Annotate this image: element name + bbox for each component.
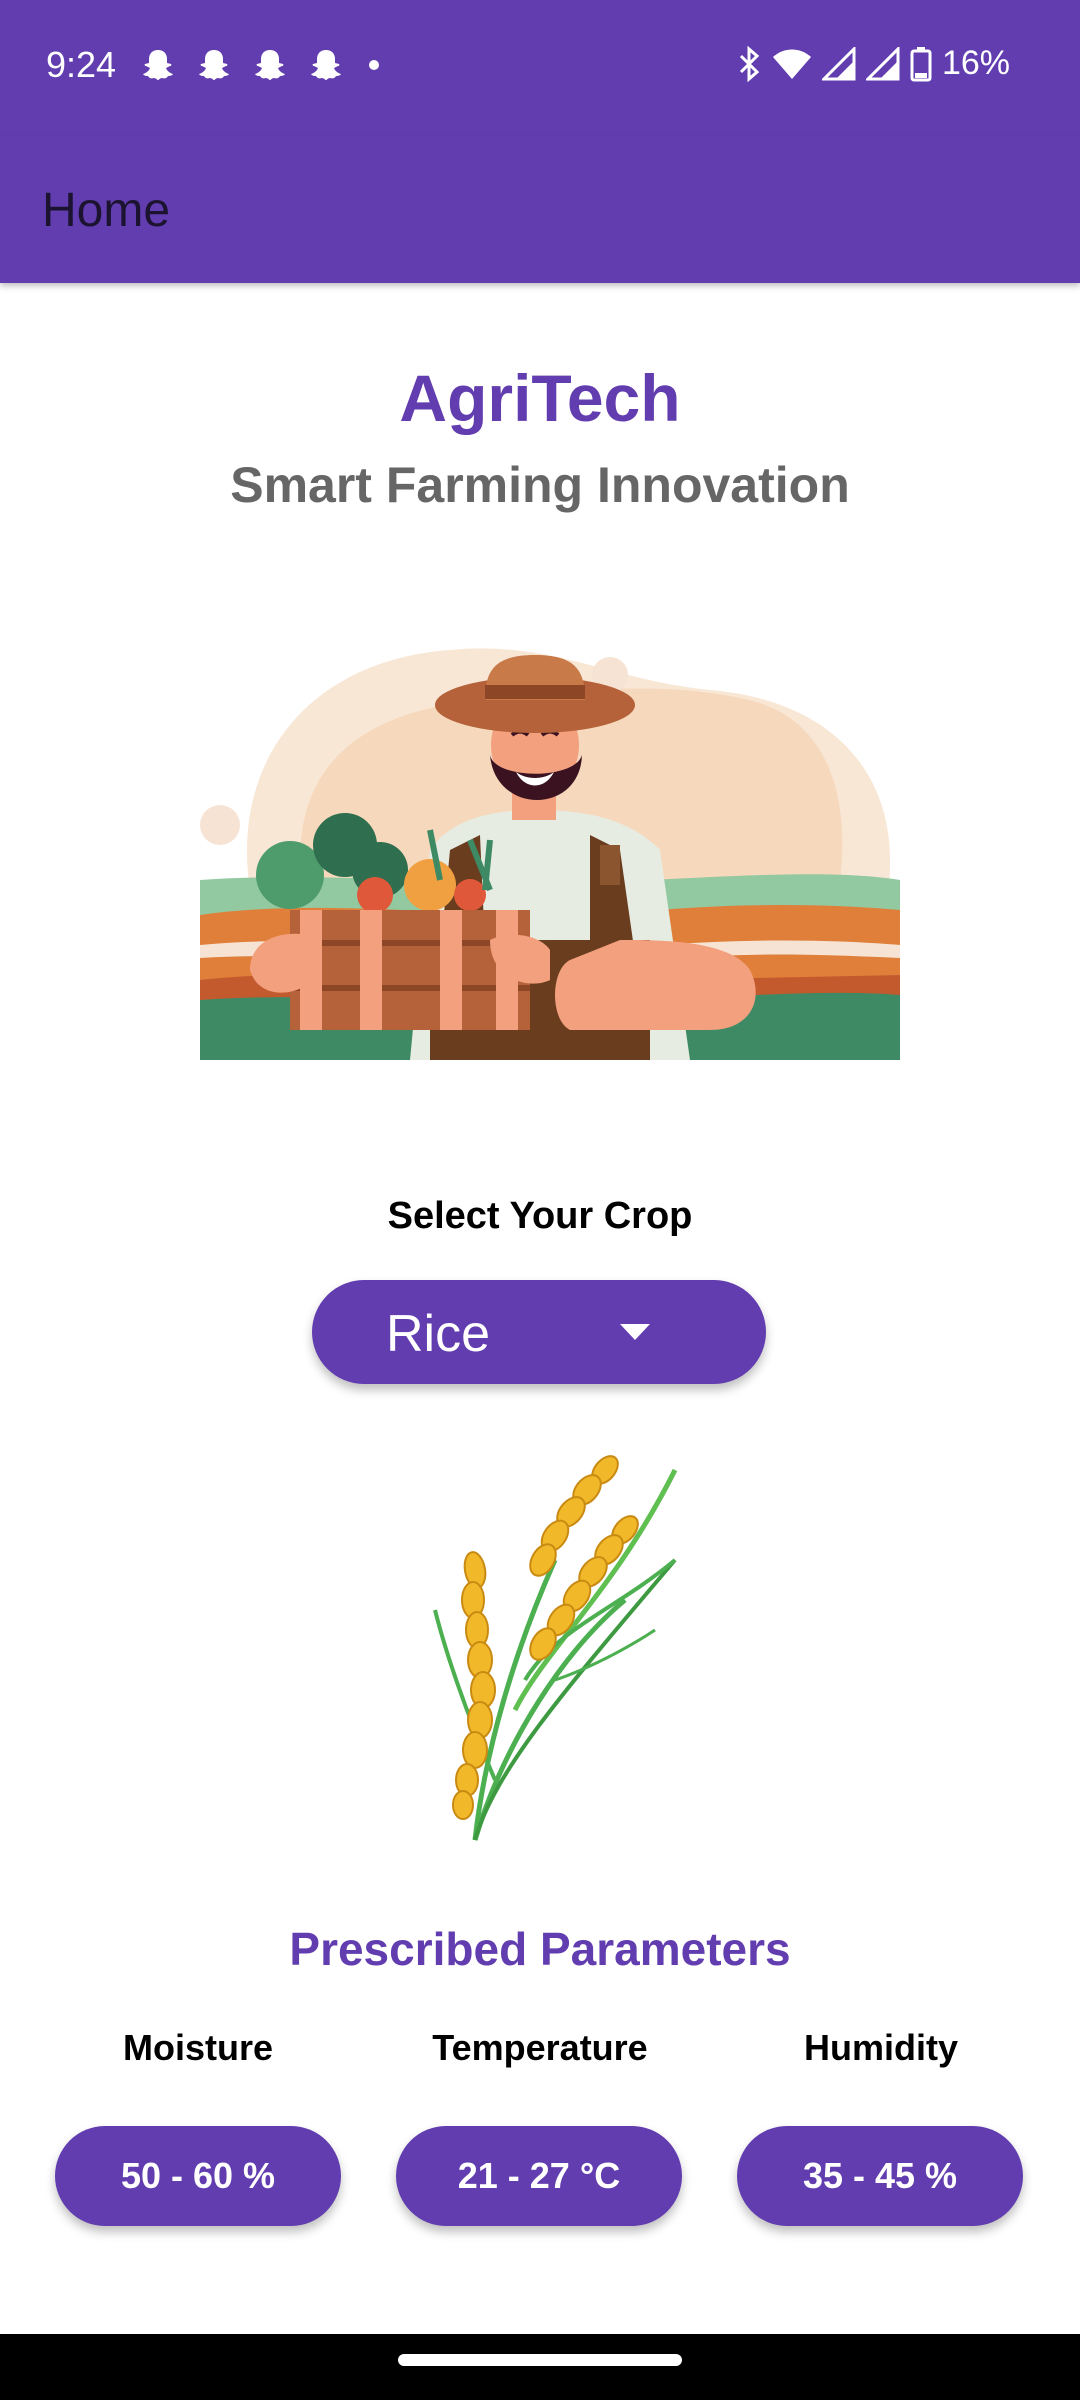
- moisture-value: 50 - 60 %: [55, 2126, 341, 2226]
- app-title: AgriTech: [399, 361, 681, 435]
- select-crop-label: Select Your Crop: [387, 1195, 693, 1237]
- navigation-bar: [0, 2334, 1080, 2400]
- farmer-illustration: [200, 648, 900, 1060]
- rice-crop-image: [433, 1455, 678, 1841]
- signal-icon: [865, 46, 900, 80]
- bluetooth-icon: [739, 45, 760, 82]
- wifi-icon: [772, 49, 811, 79]
- temperature-value: 21 - 27 °C: [396, 2126, 682, 2226]
- status-bar: 9:24 16%: [0, 0, 1080, 135]
- status-time: 9:24: [46, 44, 117, 85]
- prescribed-parameters-title: Prescribed Parameters: [289, 1923, 791, 1975]
- moisture-label: Moisture: [122, 2027, 273, 2068]
- snapchat-icon: [199, 50, 229, 80]
- humidity-value: 35 - 45 %: [737, 2126, 1023, 2226]
- battery-percent: 16%: [941, 44, 1010, 82]
- snapchat-icon: [143, 50, 173, 80]
- snapchat-icon: [255, 50, 285, 80]
- status-right: 16%: [736, 44, 1010, 83]
- app-bar-title: Home: [42, 184, 171, 237]
- battery-icon: [910, 46, 932, 81]
- snapchat-icon: [311, 50, 341, 80]
- humidity-label: Humidity: [803, 2027, 958, 2068]
- app-bar: Home: [0, 135, 1080, 283]
- temperature-label: Temperature: [432, 2027, 648, 2068]
- dropdown-arrow-icon: [620, 1324, 650, 1340]
- signal-icon: [821, 46, 856, 80]
- crop-dropdown[interactable]: Rice: [312, 1280, 766, 1384]
- app-subtitle: Smart Farming Innovation: [230, 457, 850, 513]
- home-gesture-handle[interactable]: [398, 2354, 682, 2366]
- dot-icon: [369, 60, 379, 70]
- notification-icons: [140, 48, 384, 82]
- crop-selected-value: Rice: [386, 1305, 491, 1363]
